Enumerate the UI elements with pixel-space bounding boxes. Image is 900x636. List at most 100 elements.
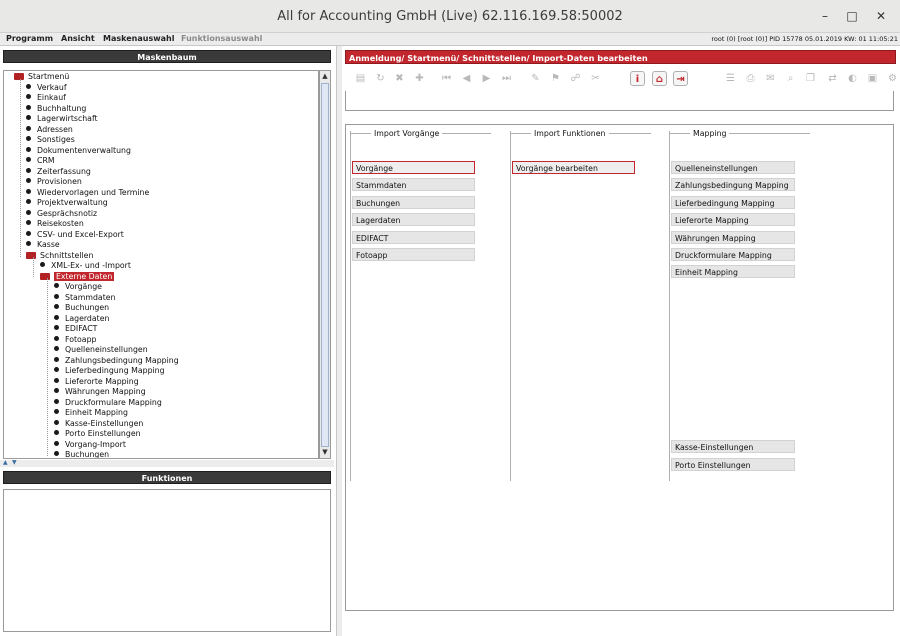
edit-icon[interactable]: ✎ bbox=[528, 71, 543, 86]
unlink-icon[interactable]: ✂ bbox=[588, 71, 603, 86]
tree-scrollbar[interactable]: ▲ ▼ bbox=[319, 70, 331, 459]
menu-programm[interactable]: Programm bbox=[6, 34, 53, 43]
filter-icon[interactable]: ⚑ bbox=[548, 71, 563, 86]
tree-node[interactable]: Projektverwaltung bbox=[26, 198, 108, 208]
search-icon[interactable]: ⌕ bbox=[783, 71, 798, 86]
tree-node[interactable]: Druckformulare Mapping bbox=[54, 398, 162, 408]
tree-node[interactable]: Währungen Mapping bbox=[54, 387, 146, 397]
scroll-up-icon[interactable]: ▲ bbox=[320, 71, 330, 82]
btn-kasse-einstellungen[interactable]: Kasse-Einstellungen bbox=[671, 440, 795, 453]
menu-maskenauswahl[interactable]: Maskenauswahl bbox=[103, 34, 174, 43]
swap-icon[interactable]: ⇄ bbox=[825, 71, 840, 86]
mail-icon[interactable]: ✉ bbox=[763, 71, 778, 86]
scroll-thumb[interactable] bbox=[321, 83, 329, 447]
tree-node[interactable]: Verkauf bbox=[26, 83, 67, 93]
tree-node[interactable]: Gesprächsnotiz bbox=[26, 209, 97, 219]
tree-node[interactable]: Lagerdaten bbox=[54, 314, 109, 324]
node-icon bbox=[54, 377, 59, 383]
tree-node[interactable]: Vorgang-Import bbox=[54, 440, 126, 450]
node-icon bbox=[54, 419, 59, 425]
tree-node[interactable]: Adressen bbox=[26, 125, 73, 135]
mask-tree[interactable]: Startmenü Verkauf Einkauf Buchhaltung Lagerw… bbox=[3, 70, 319, 459]
prev-icon[interactable]: ◀ bbox=[459, 71, 474, 86]
tree-node[interactable]: Provisionen bbox=[26, 177, 82, 187]
btn-porto-einstellungen[interactable]: Porto Einstellungen bbox=[671, 458, 795, 471]
tree-node[interactable]: Buchhaltung bbox=[26, 104, 86, 114]
btn-einheit-mapping[interactable]: Einheit Mapping bbox=[671, 265, 795, 278]
btn-edifact[interactable]: EDIFACT bbox=[352, 231, 475, 244]
tree-node[interactable]: Einheit Mapping bbox=[54, 408, 128, 418]
doc-icon[interactable]: ☰ bbox=[723, 71, 738, 86]
tree-node[interactable]: Reisekosten bbox=[26, 219, 84, 229]
close-icon[interactable]: ✕ bbox=[873, 8, 889, 24]
settings-icon[interactable]: ⚙ bbox=[885, 71, 900, 86]
first-icon[interactable]: ⏮ bbox=[439, 71, 454, 86]
tree-node[interactable]: Einkauf bbox=[26, 93, 66, 103]
btn-lagerdaten[interactable]: Lagerdaten bbox=[352, 213, 475, 226]
tree-node[interactable]: Kasse-Einstellungen bbox=[54, 419, 143, 429]
tree-node[interactable]: Porto Einstellungen bbox=[54, 429, 141, 439]
btn-lieferbedingung-mapping[interactable]: Lieferbedingung Mapping bbox=[671, 196, 795, 209]
split-down-icon[interactable]: ▼ bbox=[12, 459, 17, 466]
tree-node[interactable]: Zahlungsbedingung Mapping bbox=[54, 356, 179, 366]
btn-zahlungsbedingung-mapping[interactable]: Zahlungsbedingung Mapping bbox=[671, 178, 795, 191]
btn-waehrungen-mapping[interactable]: Währungen Mapping bbox=[671, 231, 795, 244]
tree-node[interactable]: Buchungen bbox=[54, 303, 109, 313]
tree-node[interactable]: Startmenü bbox=[14, 72, 69, 82]
panel-splitter[interactable]: ▲ ▼ bbox=[0, 459, 334, 467]
home-icon[interactable]: ⌂ bbox=[652, 71, 667, 86]
btn-stammdaten[interactable]: Stammdaten bbox=[352, 178, 475, 191]
add-icon[interactable]: ✚ bbox=[412, 71, 427, 86]
tree-node[interactable]: CSV- und Excel-Export bbox=[26, 230, 124, 240]
tree-node[interactable]: Lagerwirtschaft bbox=[26, 114, 98, 124]
record-field[interactable] bbox=[345, 91, 894, 111]
tree-node[interactable]: Quelleneinstellungen bbox=[54, 345, 148, 355]
btn-fotoapp[interactable]: Fotoapp bbox=[352, 248, 475, 261]
image-icon[interactable]: ▣ bbox=[865, 71, 880, 86]
tree-node-label: Provisionen bbox=[37, 177, 82, 186]
node-icon bbox=[54, 440, 59, 446]
menu-funktionsauswahl[interactable]: Funktionsauswahl bbox=[181, 34, 262, 43]
btn-druckformulare-mapping[interactable]: Druckformulare Mapping bbox=[671, 248, 795, 261]
last-icon[interactable]: ⏭ bbox=[499, 71, 514, 86]
refresh-icon[interactable]: ↻ bbox=[373, 71, 388, 86]
info-icon[interactable]: i bbox=[630, 71, 645, 86]
tree-node[interactable]: Fotoapp bbox=[54, 335, 96, 345]
new-icon[interactable]: ▤ bbox=[353, 71, 368, 86]
tree-node[interactable]: EDIFACT bbox=[54, 324, 97, 334]
tree-node[interactable]: Dokumentenverwaltung bbox=[26, 146, 131, 156]
btn-vorgaenge[interactable]: Vorgänge bbox=[352, 161, 475, 174]
btn-vorgaenge-bearbeiten[interactable]: Vorgänge bearbeiten bbox=[512, 161, 635, 174]
group-title: Import Vorgänge bbox=[371, 129, 443, 138]
maximize-icon[interactable]: □ bbox=[844, 8, 860, 24]
export-icon[interactable]: ⇥ bbox=[673, 71, 688, 86]
tree-node[interactable]: CRM bbox=[26, 156, 55, 166]
tree-node[interactable]: Kasse bbox=[26, 240, 60, 250]
delete-icon[interactable]: ✖ bbox=[392, 71, 407, 86]
print-icon[interactable]: ⎙ bbox=[743, 71, 758, 86]
tree-node[interactable]: Wiedervorlagen und Termine bbox=[26, 188, 149, 198]
scroll-down-icon[interactable]: ▼ bbox=[320, 447, 330, 458]
tree-node[interactable]: Externe Daten bbox=[40, 271, 115, 282]
menu-ansicht[interactable]: Ansicht bbox=[61, 34, 95, 43]
tree-node[interactable]: Stammdaten bbox=[54, 293, 116, 303]
tree-node[interactable]: Vorgänge bbox=[54, 282, 102, 292]
tree-node[interactable]: Schnittstellen bbox=[26, 251, 93, 261]
btn-buchungen[interactable]: Buchungen bbox=[352, 196, 475, 209]
btn-lieferorte-mapping[interactable]: Lieferorte Mapping bbox=[671, 213, 795, 226]
tree-node[interactable]: Zeiterfassung bbox=[26, 167, 91, 177]
copy-icon[interactable]: ❐ bbox=[803, 71, 818, 86]
tree-node[interactable]: XML-Ex- und -Import bbox=[40, 261, 131, 271]
split-up-icon[interactable]: ▲ bbox=[3, 459, 8, 466]
tree-node-label: Sonstiges bbox=[37, 135, 75, 144]
tree-node[interactable]: Buchungen bbox=[54, 450, 109, 458]
minimize-icon[interactable]: – bbox=[817, 8, 833, 24]
btn-quelleneinstellungen[interactable]: Quelleneinstellungen bbox=[671, 161, 795, 174]
tree-node[interactable]: Lieferbedingung Mapping bbox=[54, 366, 165, 376]
link-icon[interactable]: ☍ bbox=[568, 71, 583, 86]
color-icon[interactable]: ◐ bbox=[845, 71, 860, 86]
next-icon[interactable]: ▶ bbox=[479, 71, 494, 86]
tree-node[interactable]: Lieferorte Mapping bbox=[54, 377, 139, 387]
tree-node[interactable]: Sonstiges bbox=[26, 135, 75, 145]
vertical-divider[interactable] bbox=[336, 46, 342, 636]
